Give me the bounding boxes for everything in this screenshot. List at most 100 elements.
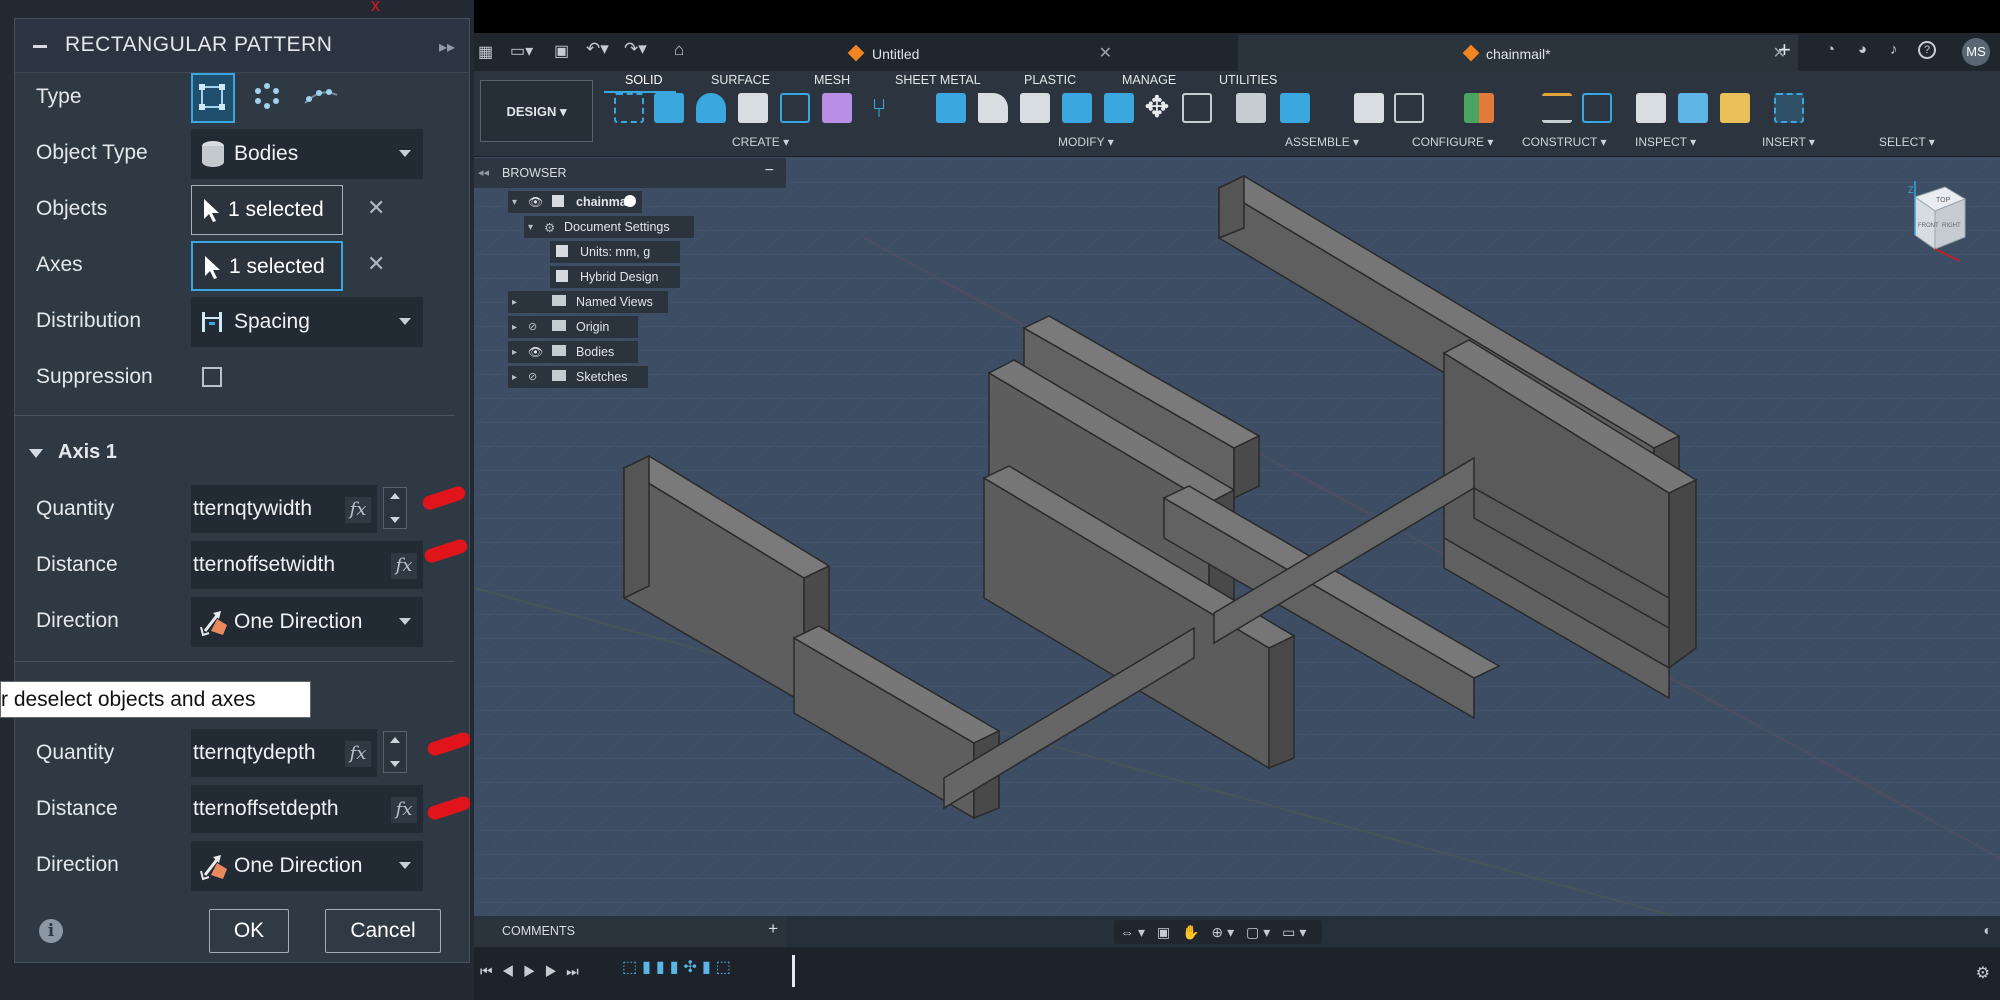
collapse-icon[interactable] xyxy=(33,45,47,48)
create-menu[interactable]: CREATE ▾ xyxy=(732,135,789,149)
axes-selection[interactable]: 1 selected xyxy=(191,241,343,291)
objects-selection[interactable]: 1 selected xyxy=(191,185,343,235)
tab-chainmail[interactable]: chainmail* ✕ xyxy=(1238,35,1798,71)
tab-solid[interactable]: SOLID xyxy=(625,73,663,87)
select-icon[interactable] xyxy=(1774,93,1804,123)
table-icon[interactable] xyxy=(1394,93,1424,123)
form-icon[interactable] xyxy=(822,93,852,123)
fillet-icon[interactable] xyxy=(978,93,1008,123)
box-icon[interactable] xyxy=(738,93,768,123)
fx-icon[interactable]: fx xyxy=(391,553,417,579)
tab-untitled[interactable]: Untitled ✕ xyxy=(694,35,1124,71)
avatar[interactable]: MS xyxy=(1962,38,1990,66)
notifications-icon[interactable]: ♪ xyxy=(1890,41,1898,58)
browser-item-sketches[interactable]: ▸ ⊘ Sketches xyxy=(508,366,648,388)
assemble-menu[interactable]: ASSEMBLE ▾ xyxy=(1285,135,1359,149)
display-controls[interactable]: ⇔▾ ▣ ✋ ⊕▾ ▢▾ ▭▾ ▦▾ ▦▾ xyxy=(1114,920,1322,964)
suppression-checkbox[interactable] xyxy=(202,367,222,387)
press-pull-icon[interactable] xyxy=(936,93,966,123)
insert-image-icon[interactable] xyxy=(1678,93,1708,123)
gear-icon[interactable]: ⚙ xyxy=(1976,963,1990,983)
home-icon[interactable]: ⌂ xyxy=(674,40,684,60)
timeline-playback-controls[interactable]: ⏮◀▶▶⏭ xyxy=(480,963,588,980)
expand-panel-icon[interactable]: ▸▸ xyxy=(439,37,455,57)
extensions-icon[interactable]: ◔ xyxy=(1826,41,1835,58)
tab-plastic[interactable]: PLASTIC xyxy=(1024,73,1076,87)
combine-icon[interactable] xyxy=(1062,93,1092,123)
rectangular-type-icon[interactable] xyxy=(191,73,235,123)
axis1-direction-dropdown[interactable]: One Direction xyxy=(191,597,423,647)
viewcube[interactable]: TOP FRONT RIGHT Z xyxy=(1900,177,1970,267)
construct-plane-icon[interactable] xyxy=(1464,93,1494,123)
shell-icon[interactable] xyxy=(1020,93,1050,123)
file-icon[interactable]: ▭▾ xyxy=(510,41,533,61)
insert-derive-icon[interactable] xyxy=(1636,93,1666,123)
axis2-quantity-stepper[interactable] xyxy=(383,731,407,773)
eye-icon[interactable]: 👁 xyxy=(528,345,543,359)
close-tab-icon[interactable]: ✕ xyxy=(1099,43,1112,63)
add-comment-icon[interactable]: + xyxy=(768,919,778,939)
create-sketch-icon[interactable] xyxy=(614,93,644,123)
ok-button[interactable]: OK xyxy=(209,909,289,953)
axis2-direction-dropdown[interactable]: One Direction xyxy=(191,841,423,891)
workspace-switcher[interactable]: DESIGN ▾ xyxy=(480,80,593,142)
rectangular-pattern-icon[interactable] xyxy=(780,93,810,123)
distribution-dropdown[interactable]: Spacing xyxy=(191,297,423,347)
circular-type-icon[interactable] xyxy=(247,73,291,123)
tab-manage[interactable]: MANAGE xyxy=(1122,73,1176,87)
new-tab-icon[interactable]: + xyxy=(1778,37,1791,63)
measure-icon[interactable] xyxy=(1542,93,1572,123)
3d-viewport[interactable] xyxy=(474,158,2000,916)
hidden-eye-icon[interactable]: ⊘ xyxy=(528,320,537,333)
browser-item-origin[interactable]: ▸ ⊘ Origin xyxy=(508,316,638,338)
object-type-dropdown[interactable]: Bodies xyxy=(191,129,423,179)
job-status-icon[interactable]: ◕ xyxy=(1858,41,1867,58)
eye-icon[interactable]: 👁 xyxy=(528,195,543,209)
axis1-distance-input[interactable]: tternoffsetwidth fx xyxy=(191,541,423,589)
redo-icon[interactable]: ↷▾ xyxy=(624,39,647,59)
align-icon[interactable] xyxy=(1182,93,1212,123)
timeline-features[interactable]: ⬚▮▮▮✣▮⬚ xyxy=(622,957,772,987)
expand-icon[interactable]: ◐ xyxy=(1984,922,1992,938)
info-icon[interactable]: i xyxy=(39,919,63,943)
insert-menu[interactable]: INSERT ▾ xyxy=(1762,135,1815,149)
timeline-marker[interactable] xyxy=(792,955,795,987)
inspect-menu[interactable]: INSPECT ▾ xyxy=(1635,135,1696,149)
tab-utilities[interactable]: UTILITIES xyxy=(1219,73,1277,87)
clear-objects-icon[interactable]: ✕ xyxy=(367,195,385,221)
extrude-icon[interactable] xyxy=(654,93,684,123)
browser-panel-header[interactable]: ◂◂ BROWSER − xyxy=(474,158,786,188)
move-icon[interactable]: ✥ xyxy=(1142,93,1172,123)
browser-item-document-settings[interactable]: ▾ ⚙ Document Settings xyxy=(524,216,694,238)
grid-icon[interactable]: ▦ xyxy=(478,42,493,62)
tab-sheet-metal[interactable]: SHEET METAL xyxy=(895,73,981,87)
modify-menu[interactable]: MODIFY ▾ xyxy=(1058,135,1114,149)
insert-mcmaster-icon[interactable] xyxy=(1720,93,1750,123)
comments-panel[interactable]: COMMENTS + xyxy=(474,916,786,947)
active-component-icon[interactable] xyxy=(624,195,636,207)
help-icon[interactable]: ? xyxy=(1918,41,1936,59)
browser-item-units[interactable]: Units: mm, g xyxy=(550,241,680,263)
joint-icon[interactable] xyxy=(1280,93,1310,123)
select-menu[interactable]: SELECT ▾ xyxy=(1879,135,1935,149)
minimize-icon[interactable]: − xyxy=(765,162,774,180)
construct-menu[interactable]: CONSTRUCT ▾ xyxy=(1522,135,1606,149)
axis2-distance-input[interactable]: tternoffsetdepth fx xyxy=(191,785,423,833)
path-type-icon[interactable] xyxy=(301,73,345,123)
revolve-icon[interactable] xyxy=(696,93,726,123)
axis2-quantity-input[interactable]: tternqtydepth fx xyxy=(191,729,377,777)
derive-icon[interactable]: ⑂ xyxy=(864,93,894,123)
split-body-icon[interactable] xyxy=(1104,93,1134,123)
cancel-button[interactable]: Cancel xyxy=(325,909,441,953)
browser-root[interactable]: ▾ 👁 chainmail xyxy=(508,191,642,213)
new-component-icon[interactable] xyxy=(1236,93,1266,123)
parameters-icon[interactable] xyxy=(1354,93,1384,123)
interference-icon[interactable] xyxy=(1582,93,1612,123)
hidden-eye-icon[interactable]: ⊘ xyxy=(528,370,537,383)
browser-item-bodies[interactable]: ▸ 👁 Bodies xyxy=(508,341,638,363)
collapse-panel-icon[interactable]: ◂◂ xyxy=(478,166,489,179)
tab-surface[interactable]: SURFACE xyxy=(711,73,770,87)
browser-item-named-views[interactable]: ▸ Named Views xyxy=(508,291,668,313)
clear-axes-icon[interactable]: ✕ xyxy=(367,251,385,277)
axis1-quantity-input[interactable]: tternqtywidth fx xyxy=(191,485,377,533)
